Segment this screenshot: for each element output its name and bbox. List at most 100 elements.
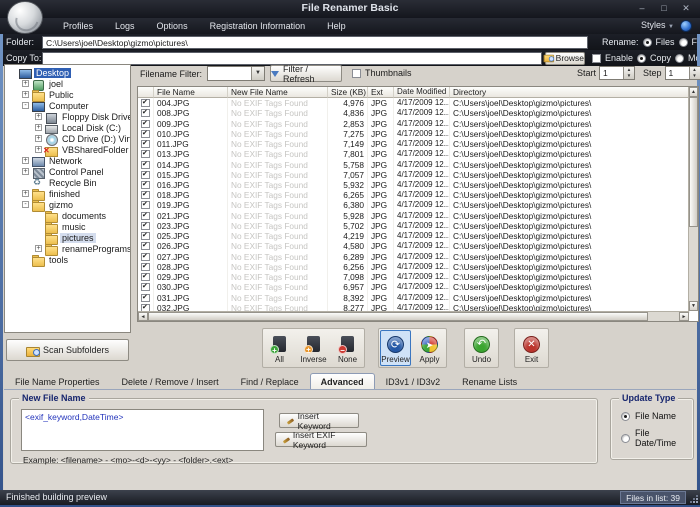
table-row[interactable]: 004.JPGNo EXIF Tags Found4,976JPG4/17/20…: [138, 98, 698, 108]
vertical-scrollbar[interactable]: ▲ ▼: [688, 87, 698, 311]
exit-button[interactable]: ✕Exit: [516, 330, 547, 366]
table-row[interactable]: 023.JPGNo EXIF Tags Found5,702JPG4/17/20…: [138, 221, 698, 231]
tree-item-pictures[interactable]: pictures: [5, 232, 130, 243]
row-checkbox[interactable]: [141, 263, 150, 271]
insert-exif-keyword-button[interactable]: Insert EXIF Keyword: [275, 432, 367, 447]
step-input[interactable]: 1 ▲▼: [665, 66, 700, 80]
tree-item-computer[interactable]: -Computer: [5, 100, 130, 111]
start-spinner[interactable]: ▲▼: [623, 67, 634, 79]
scroll-down-icon[interactable]: ▼: [689, 301, 698, 311]
tree-item-floppy-disk-drive-a[interactable]: +Floppy Disk Drive (A:): [5, 111, 130, 122]
close-button[interactable]: ✕: [680, 2, 692, 14]
radio-rename-files[interactable]: [643, 38, 652, 47]
table-row[interactable]: 013.JPGNo EXIF Tags Found7,801JPG4/17/20…: [138, 149, 698, 159]
row-checkbox[interactable]: [141, 191, 150, 199]
row-checkbox[interactable]: [141, 212, 150, 220]
table-row[interactable]: 030.JPGNo EXIF Tags Found6,957JPG4/17/20…: [138, 282, 698, 292]
header-cell-file-name[interactable]: File Name: [154, 87, 228, 98]
tree-item-cd-drive-d-virtualbox-guest[interactable]: +CD Drive (D:) VirtualBox Guest: [5, 133, 130, 144]
scan-subfolders-button[interactable]: Scan Subfolders: [6, 339, 129, 361]
tree-item-tools[interactable]: tools: [5, 254, 130, 265]
row-checkbox[interactable]: [141, 161, 150, 169]
row-checkbox[interactable]: [141, 283, 150, 291]
header-cell-size-kb[interactable]: Size (KB): [328, 87, 368, 98]
header-cell-directory[interactable]: Directory: [450, 87, 690, 98]
row-checkbox[interactable]: [141, 222, 150, 230]
menu-item-help[interactable]: Help: [316, 18, 357, 34]
resize-grip[interactable]: [690, 495, 698, 503]
enable-checkbox[interactable]: [592, 54, 601, 63]
table-row[interactable]: 026.JPGNo EXIF Tags Found4,580JPG4/17/20…: [138, 241, 698, 251]
filename-filter-combo[interactable]: ▼: [207, 66, 265, 81]
inverse-button[interactable]: ±Inverse: [298, 330, 329, 366]
expand-icon[interactable]: +: [35, 113, 42, 120]
expand-icon[interactable]: +: [35, 135, 42, 142]
header-cell-date-modified[interactable]: Date Modified: [394, 87, 450, 98]
table-row[interactable]: 025.JPGNo EXIF Tags Found4,219JPG4/17/20…: [138, 231, 698, 241]
undo-button[interactable]: ↶Undo: [466, 330, 497, 366]
expand-icon[interactable]: +: [22, 190, 29, 197]
row-checkbox[interactable]: [141, 242, 150, 250]
collapse-icon[interactable]: -: [22, 102, 29, 109]
row-checkbox[interactable]: [141, 130, 150, 138]
row-checkbox[interactable]: [141, 273, 150, 281]
scroll-right-icon[interactable]: ►: [679, 312, 689, 321]
menu-item-options[interactable]: Options: [146, 18, 199, 34]
apply-button[interactable]: ➤Apply: [414, 330, 445, 366]
tree-item-finished[interactable]: +finished: [5, 188, 130, 199]
radio-update-file-name[interactable]: [621, 412, 630, 421]
styles-dropdown[interactable]: Styles ▼: [641, 20, 674, 30]
table-row[interactable]: 015.JPGNo EXIF Tags Found7,057JPG4/17/20…: [138, 170, 698, 180]
tree-item-joel[interactable]: +joel: [5, 78, 130, 89]
expand-icon[interactable]: +: [22, 80, 29, 87]
horizontal-scrollbar[interactable]: ◄ ►: [138, 311, 689, 321]
none-button[interactable]: −None: [332, 330, 363, 366]
tree-item-network[interactable]: +Network: [5, 155, 130, 166]
row-checkbox[interactable]: [141, 181, 150, 189]
tree-item-public[interactable]: +Public: [5, 89, 130, 100]
menu-item-registration-information[interactable]: Registration Information: [199, 18, 317, 34]
table-row[interactable]: 010.JPGNo EXIF Tags Found7,275JPG4/17/20…: [138, 129, 698, 139]
table-row[interactable]: 009.JPGNo EXIF Tags Found2,853JPG4/17/20…: [138, 118, 698, 128]
browse-button[interactable]: Browse: [545, 52, 585, 65]
table-row[interactable]: 008.JPGNo EXIF Tags Found4,836JPG4/17/20…: [138, 108, 698, 118]
start-input[interactable]: 1 ▲▼: [599, 66, 635, 80]
row-checkbox[interactable]: [141, 150, 150, 158]
horizontal-scroll-thumb[interactable]: [148, 312, 648, 321]
scroll-up-icon[interactable]: ▲: [689, 87, 698, 97]
table-row[interactable]: 014.JPGNo EXIF Tags Found5,758JPG4/17/20…: [138, 159, 698, 169]
table-row[interactable]: 031.JPGNo EXIF Tags Found8,392JPG4/17/20…: [138, 292, 698, 302]
tab-id3v1-id3v2[interactable]: ID3v1 / ID3v2: [375, 373, 452, 390]
tree-item-music[interactable]: music: [5, 221, 130, 232]
step-spinner[interactable]: ▲▼: [689, 67, 700, 79]
header-cell-checkbox[interactable]: [138, 87, 154, 98]
keyword-textarea[interactable]: <exif_keyword,DateTime>: [21, 409, 264, 451]
row-checkbox[interactable]: [141, 140, 150, 148]
row-checkbox[interactable]: [141, 232, 150, 240]
table-row[interactable]: 028.JPGNo EXIF Tags Found6,256JPG4/17/20…: [138, 262, 698, 272]
table-row[interactable]: 027.JPGNo EXIF Tags Found6,289JPG4/17/20…: [138, 252, 698, 262]
expand-icon[interactable]: +: [22, 91, 29, 98]
expand-icon[interactable]: +: [35, 245, 42, 252]
row-checkbox[interactable]: [141, 294, 150, 302]
tab-advanced[interactable]: Advanced: [310, 373, 375, 390]
menu-item-logs[interactable]: Logs: [104, 18, 146, 34]
table-row[interactable]: 011.JPGNo EXIF Tags Found7,149JPG4/17/20…: [138, 139, 698, 149]
insert-keyword-button[interactable]: Insert Keyword: [279, 413, 359, 428]
tree-item-vbsharedfolder-vboxsvr-z[interactable]: +VBSharedFolder (\\vboxsvr) (Z: [5, 144, 130, 155]
header-cell-ext[interactable]: Ext: [368, 87, 394, 98]
table-row[interactable]: 018.JPGNo EXIF Tags Found6,265JPG4/17/20…: [138, 190, 698, 200]
table-row[interactable]: 016.JPGNo EXIF Tags Found5,932JPG4/17/20…: [138, 180, 698, 190]
expand-icon[interactable]: +: [35, 124, 42, 131]
tree-item-recycle-bin[interactable]: Recycle Bin: [5, 177, 130, 188]
table-row[interactable]: 021.JPGNo EXIF Tags Found5,928JPG4/17/20…: [138, 211, 698, 221]
radio-copy[interactable]: [637, 54, 646, 63]
header-cell-new-file-name[interactable]: New File Name: [228, 87, 328, 98]
tab-rename-lists[interactable]: Rename Lists: [451, 373, 528, 390]
tree-item-local-disk-c[interactable]: +Local Disk (C:): [5, 122, 130, 133]
row-checkbox[interactable]: [141, 171, 150, 179]
maximize-button[interactable]: □: [658, 2, 670, 14]
combo-dropdown-icon[interactable]: ▼: [251, 67, 264, 80]
folder-input[interactable]: C:\Users\joel\Desktop\gizmo\pictures\: [42, 36, 588, 49]
tree-item-gizmo[interactable]: -gizmo: [5, 199, 130, 210]
